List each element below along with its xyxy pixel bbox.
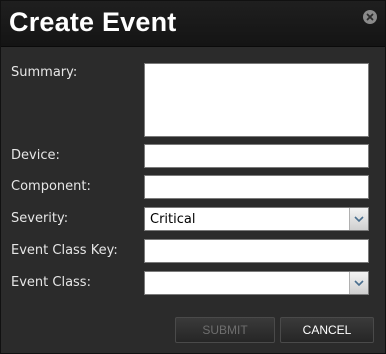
dialog-title: Create Event [9, 7, 177, 37]
submit-button[interactable]: SUBMIT [175, 317, 275, 343]
event-class-key-label: Event Class Key: [11, 243, 118, 258]
event-class-select[interactable] [144, 271, 369, 295]
create-event-dialog: Create Event Summary: Device: Component:… [0, 0, 386, 354]
event-class-key-input[interactable] [144, 239, 369, 263]
severity-select[interactable]: Critical [144, 207, 369, 231]
dialog-titlebar[interactable]: Create Event [1, 1, 385, 47]
chevron-down-icon[interactable] [349, 272, 368, 294]
severity-selected-value: Critical [150, 212, 196, 227]
component-input[interactable] [144, 175, 369, 199]
device-label: Device: [11, 148, 60, 163]
severity-label: Severity: [11, 211, 69, 226]
device-input[interactable] [144, 144, 369, 168]
summary-label: Summary: [11, 65, 78, 80]
component-label: Component: [11, 179, 91, 194]
chevron-down-icon[interactable] [349, 208, 368, 230]
event-class-label: Event Class: [11, 275, 91, 290]
close-icon[interactable] [363, 10, 377, 24]
summary-textarea[interactable] [144, 63, 369, 137]
cancel-button[interactable]: CANCEL [280, 317, 374, 343]
